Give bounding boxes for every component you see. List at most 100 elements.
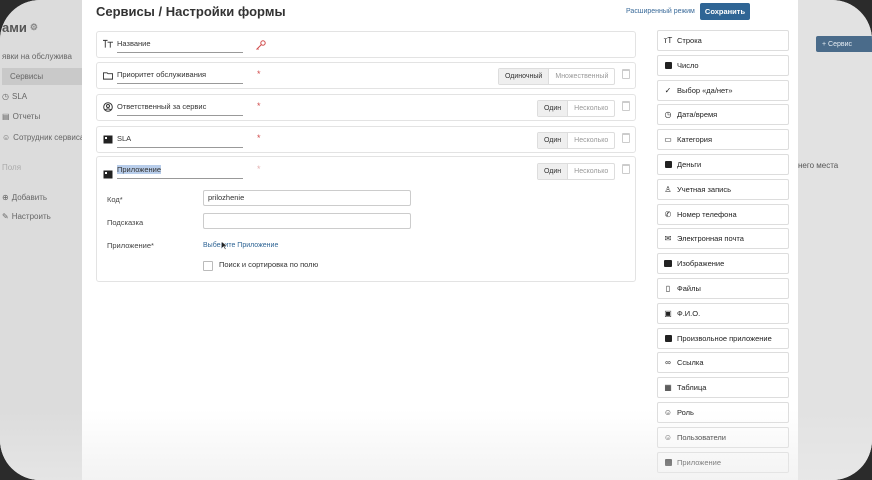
field-label-input[interactable]: Название [117,35,243,53]
clock-icon: ◷ [664,110,672,120]
multiplicity-toggle: Один Несколько [537,100,616,117]
code-input[interactable]: prilozhenie [203,190,411,206]
palette-item-users[interactable]: ☺ Пользователи [657,426,789,448]
palette-item-link[interactable]: ∞ Ссылка [657,352,789,374]
app-icon [103,166,113,184]
field-row-responsible[interactable]: Ответственный за сервис * Один Несколько [96,94,636,121]
user-circle-icon [103,102,113,112]
cursor-icon [221,237,228,255]
sidebar-configure[interactable]: ✎ Настроить [2,212,51,221]
palette-item-role[interactable]: ☺ Роль [657,402,789,423]
wrench-icon: ✎ [2,212,9,221]
screen-frame: ами ⚙ явки на обслужива Сервисы ◷ SLA ▤ Отч… [0,0,872,480]
save-button[interactable]: Сохранить [700,3,750,20]
palette-item-phone[interactable]: ✆ Номер телефона [657,203,789,225]
palette-item-fullname[interactable]: ▣ Ф.И.О. [657,302,789,324]
field-label-input[interactable]: SLA [117,130,243,148]
field-row-sla[interactable]: SLA * Один Несколько [96,126,636,153]
key-icon[interactable] [255,38,266,56]
multiplicity-toggle: Один Несколько [537,163,616,180]
mail-icon: ✉ [664,234,672,244]
option-multiple[interactable]: Множественный [549,69,614,84]
option-one[interactable]: Один [538,133,569,148]
palette-item-custom-app[interactable]: Произвольное приложение [657,327,789,349]
link-icon: ∞ [665,358,671,368]
choose-application-link[interactable]: Выберите Приложение [203,242,278,249]
trash-icon[interactable] [622,133,630,143]
image-icon [663,259,673,269]
hint-label: Подсказка [107,218,144,227]
search-sort-checkbox[interactable] [203,261,213,271]
sidebar-add[interactable]: ⊕ Добавить [2,193,47,202]
trash-icon[interactable] [622,101,630,111]
phone-icon: ✆ [664,209,672,219]
file-icon: ▯ [665,284,671,293]
palette-item-boolean[interactable]: ✓ Выбор «да/нет» [657,79,789,101]
palette-item-category[interactable]: ▭ Категория [657,129,789,151]
option-several[interactable]: Несколько [568,133,614,148]
sidebar-item-service-employee[interactable]: ☺ Сотрудник сервиса [2,133,84,142]
add-service-button[interactable]: + Сервис [816,36,872,52]
user-icon: ☺ [2,133,11,142]
plus-circle-icon: ⊕ [2,193,9,202]
palette-item-number[interactable]: Число [657,54,789,76]
hint-input[interactable] [203,213,411,229]
field-row-priority[interactable]: Приоритет обслуживания * Одиночный Множе… [96,62,636,89]
background-sidebar: ами ⚙ явки на обслужива Сервисы ◷ SLA ▤ Отч… [0,0,84,480]
form-settings-panel: Сервисы / Настройки формы Расширенный ре… [82,0,798,480]
field-label-input[interactable]: Приложение [117,161,243,179]
folder-icon [103,70,113,80]
sidebar-item-fields[interactable]: Поля [2,163,21,172]
option-several[interactable]: Несколько [568,164,614,179]
number-icon [663,60,673,70]
required-mark: * [257,164,261,174]
field-label-input[interactable]: Ответственный за сервис [117,98,243,116]
app-icon [663,333,673,343]
text-icon [103,39,113,49]
user-circle-icon: ☺ [663,432,673,442]
table-icon: ▦ [664,383,672,393]
multiplicity-toggle: Одиночный Множественный [498,68,616,85]
search-sort-label: Поиск и сортировка по полю [219,260,319,269]
sla-icon: ◷ [2,92,9,101]
background-right: + Сервис него места [798,0,872,480]
option-single[interactable]: Одиночный [499,69,550,84]
trash-icon[interactable] [622,164,630,174]
sidebar-item-sla[interactable]: ◷ SLA [2,92,27,101]
required-mark: * [257,69,261,79]
palette-item-string[interactable]: ᴛT Строка [657,30,789,51]
money-icon [663,160,673,170]
field-row-application-expanded[interactable]: Приложение * Один Несколько Код* prilozh… [96,156,636,282]
page-title: Сервисы / Настройки формы [96,4,286,19]
option-one[interactable]: Один [538,164,569,179]
palette-item-email[interactable]: ✉ Электронная почта [657,228,789,250]
brand-logo: ами ⚙ [2,20,38,35]
required-mark: * [257,133,261,143]
field-label-input[interactable]: Приоритет обслуживания [117,66,243,84]
gear-icon: ⚙ [29,22,38,32]
id-card-icon: ▣ [664,308,672,318]
palette-item-files[interactable]: ▯ Файлы [657,278,789,299]
sidebar-item-services[interactable]: Сервисы [2,68,84,85]
user-icon: ♙ [664,184,672,194]
application-label: Приложение* [107,241,154,250]
option-several[interactable]: Несколько [568,101,614,116]
sidebar-item-requests[interactable]: явки на обслужива [2,52,72,61]
palette-item-account[interactable]: ♙ Учетная запись [657,178,789,200]
option-one[interactable]: Один [538,101,569,116]
background-text: него места [798,161,839,170]
advanced-mode-link[interactable]: Расширенный режим [626,8,695,15]
trash-icon[interactable] [622,69,630,79]
palette-item-table[interactable]: ▦ Таблица [657,377,789,399]
field-row-name[interactable]: Название [96,31,636,58]
folder-icon: ▭ [664,135,672,145]
palette-item-application[interactable]: Приложение [657,451,789,473]
multiplicity-toggle: Один Несколько [537,132,616,149]
required-mark: * [257,101,261,111]
palette-item-datetime[interactable]: ◷ Дата/время [657,104,789,126]
palette-item-money[interactable]: Деньги [657,154,789,175]
palette-item-image[interactable]: Изображение [657,253,789,275]
app-icon [103,134,113,144]
user-circle-icon: ☺ [663,408,673,417]
sidebar-item-reports[interactable]: ▤ Отчеты [2,112,40,121]
